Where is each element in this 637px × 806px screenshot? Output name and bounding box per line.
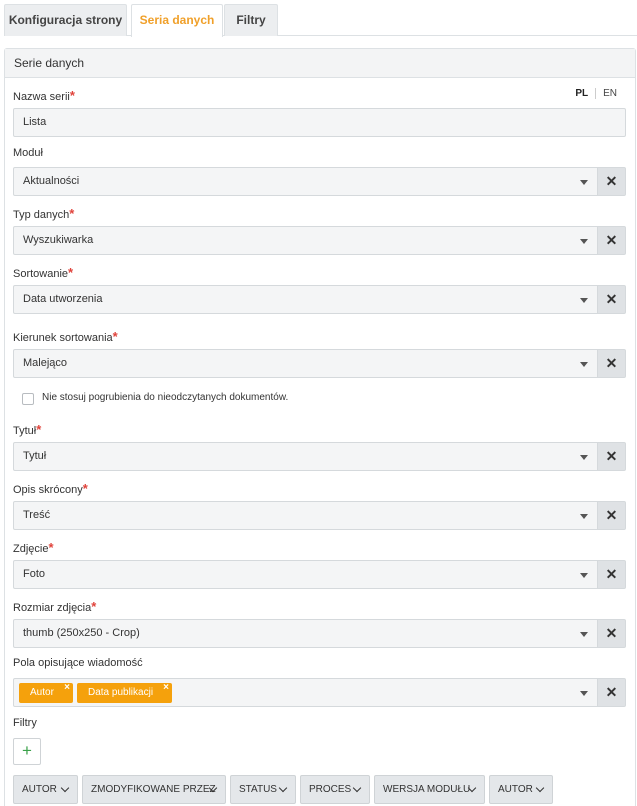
modul-clear-button[interactable]: ✕ xyxy=(598,167,626,196)
language-switch: PL EN xyxy=(575,88,617,99)
tag-remove-icon[interactable]: × xyxy=(163,678,169,698)
kierunek-clear-button[interactable]: ✕ xyxy=(598,349,626,378)
sortowanie-value: Data utworzenia xyxy=(23,293,103,305)
modul-label-text: Moduł xyxy=(13,147,43,159)
rozmiar-zdjecia-select[interactable]: thumb (250x250 - Crop) xyxy=(13,619,598,648)
filter-proces-button[interactable]: PROCES xyxy=(300,775,370,804)
dropdown-caret-icon xyxy=(580,180,588,185)
tytul-select[interactable]: Tytuł xyxy=(13,442,598,471)
filter-autor-button[interactable]: AUTOR xyxy=(13,775,78,804)
zdjecie-clear-button[interactable]: ✕ xyxy=(598,560,626,589)
zdjecie-label-text: Zdjęcie xyxy=(13,543,49,555)
typ-danych-value: Wyszukiwarka xyxy=(23,234,94,246)
typ-danych-clear-button[interactable]: ✕ xyxy=(598,226,626,255)
rozmiar-value: thumb (250x250 - Crop) xyxy=(23,627,140,639)
opis-clear-button[interactable]: ✕ xyxy=(598,501,626,530)
tab-bar: Konfiguracja strony Seria danych Filtry xyxy=(4,4,637,37)
opis-label-text: Opis skrócony xyxy=(13,484,83,496)
required-mark: * xyxy=(69,206,75,221)
filter-button-label: WERSJA MODUŁU xyxy=(383,784,471,795)
tag-label: Autor xyxy=(30,687,54,698)
chevron-down-icon xyxy=(278,783,288,793)
kierunek-label-text: Kierunek sortowania xyxy=(13,332,113,344)
tab-seria-danych[interactable]: Seria danych xyxy=(131,4,223,37)
tab-filtry[interactable]: Filtry xyxy=(224,4,278,36)
pola-opisujace-label: Pola opisujące wiadomość xyxy=(13,657,143,669)
filter-button-label: STATUS xyxy=(239,784,277,795)
dropdown-caret-icon xyxy=(580,455,588,460)
required-mark: * xyxy=(69,88,75,103)
tag-autor: Autor × xyxy=(19,682,73,703)
sortowanie-clear-button[interactable]: ✕ xyxy=(598,285,626,314)
filter-button-label: ZMODYFIKOWANE PRZEZ xyxy=(91,784,216,795)
required-mark: * xyxy=(36,422,42,437)
tag-remove-icon[interactable]: × xyxy=(64,678,70,698)
dropdown-caret-icon xyxy=(580,298,588,303)
dropdown-caret-icon xyxy=(580,632,588,637)
rozmiar-clear-button[interactable]: ✕ xyxy=(598,619,626,648)
zdjecie-select[interactable]: Foto xyxy=(13,560,598,589)
tag-label: Data publikacji xyxy=(88,687,154,698)
tytul-value: Tytuł xyxy=(23,450,47,462)
tytul-label-text: Tytuł xyxy=(13,425,37,437)
tag-data-publikacji: Data publikacji × xyxy=(77,682,172,703)
nazwa-serii-label: Nazwa serii* xyxy=(13,88,75,103)
filter-wersja-modulu-button[interactable]: WERSJA MODUŁU xyxy=(374,775,485,804)
lang-separator xyxy=(595,88,597,99)
opis-skrocony-label: Opis skrócony* xyxy=(13,481,88,496)
pola-clear-button[interactable]: ✕ xyxy=(598,678,626,707)
tab-konfiguracja-strony[interactable]: Konfiguracja strony xyxy=(4,4,127,36)
filter-button-label: AUTOR xyxy=(498,784,533,795)
filter-button-label: PROCES xyxy=(309,784,352,795)
filter-status-button[interactable]: STATUS xyxy=(230,775,296,804)
required-mark: * xyxy=(48,540,54,555)
tytul-clear-button[interactable]: ✕ xyxy=(598,442,626,471)
modul-label: Moduł xyxy=(13,147,43,159)
dropdown-caret-icon xyxy=(580,691,588,696)
rozmiar-zdjecia-label: Rozmiar zdjęcia* xyxy=(13,599,96,614)
chevron-down-icon xyxy=(535,783,545,793)
sortowanie-select[interactable]: Data utworzenia xyxy=(13,285,598,314)
zdjecie-value: Foto xyxy=(23,568,46,580)
rozmiar-label-text: Rozmiar zdjęcia xyxy=(13,602,92,614)
zdjecie-label: Zdjęcie* xyxy=(13,540,54,555)
nazwa-serii-input[interactable]: Lista xyxy=(13,108,626,137)
sortowanie-label: Sortowanie* xyxy=(13,265,73,280)
typ-danych-label-text: Typ danych xyxy=(13,209,70,221)
kierunek-value: Malejąco xyxy=(23,357,68,369)
filtry-label-text: Filtry xyxy=(13,717,37,729)
required-mark: * xyxy=(82,481,88,496)
dropdown-caret-icon xyxy=(580,514,588,519)
chevron-down-icon xyxy=(352,783,362,793)
chevron-down-icon xyxy=(60,783,70,793)
typ-danych-label: Typ danych* xyxy=(13,206,74,221)
pola-label-text: Pola opisujące wiadomość xyxy=(13,657,143,669)
nazwa-serii-label-text: Nazwa serii xyxy=(13,91,70,103)
opis-skrocony-select[interactable]: Treść xyxy=(13,501,598,530)
filter-button-label: AUTOR xyxy=(22,784,57,795)
bold-unread-checkbox[interactable] xyxy=(22,393,34,405)
dropdown-caret-icon xyxy=(580,239,588,244)
add-filter-button[interactable]: + xyxy=(13,738,41,765)
dropdown-caret-icon xyxy=(580,362,588,367)
modul-value: Aktualności xyxy=(23,175,80,187)
filtry-label: Filtry xyxy=(13,717,37,729)
tytul-label: Tytuł* xyxy=(13,422,41,437)
bold-unread-checkbox-label[interactable]: Nie stosuj pogrubienia do nieodczytanych… xyxy=(42,392,288,403)
filter-autor-2-button[interactable]: AUTOR xyxy=(489,775,553,804)
required-mark: * xyxy=(68,265,74,280)
kierunek-sortowania-select[interactable]: Malejąco xyxy=(13,349,598,378)
panel-title: Serie danych xyxy=(5,49,635,78)
kierunek-sortowania-label: Kierunek sortowania* xyxy=(13,329,118,344)
dropdown-caret-icon xyxy=(580,573,588,578)
lang-pl-link[interactable]: PL xyxy=(575,88,588,99)
lang-en-link[interactable]: EN xyxy=(603,88,617,99)
typ-danych-select[interactable]: Wyszukiwarka xyxy=(13,226,598,255)
filter-zmodyfikowane-przez-button[interactable]: ZMODYFIKOWANE PRZEZ xyxy=(82,775,226,804)
opis-value: Treść xyxy=(23,509,51,521)
required-mark: * xyxy=(112,329,118,344)
required-mark: * xyxy=(91,599,97,614)
modul-select[interactable]: Aktualności xyxy=(13,167,598,196)
sortowanie-label-text: Sortowanie xyxy=(13,268,69,280)
